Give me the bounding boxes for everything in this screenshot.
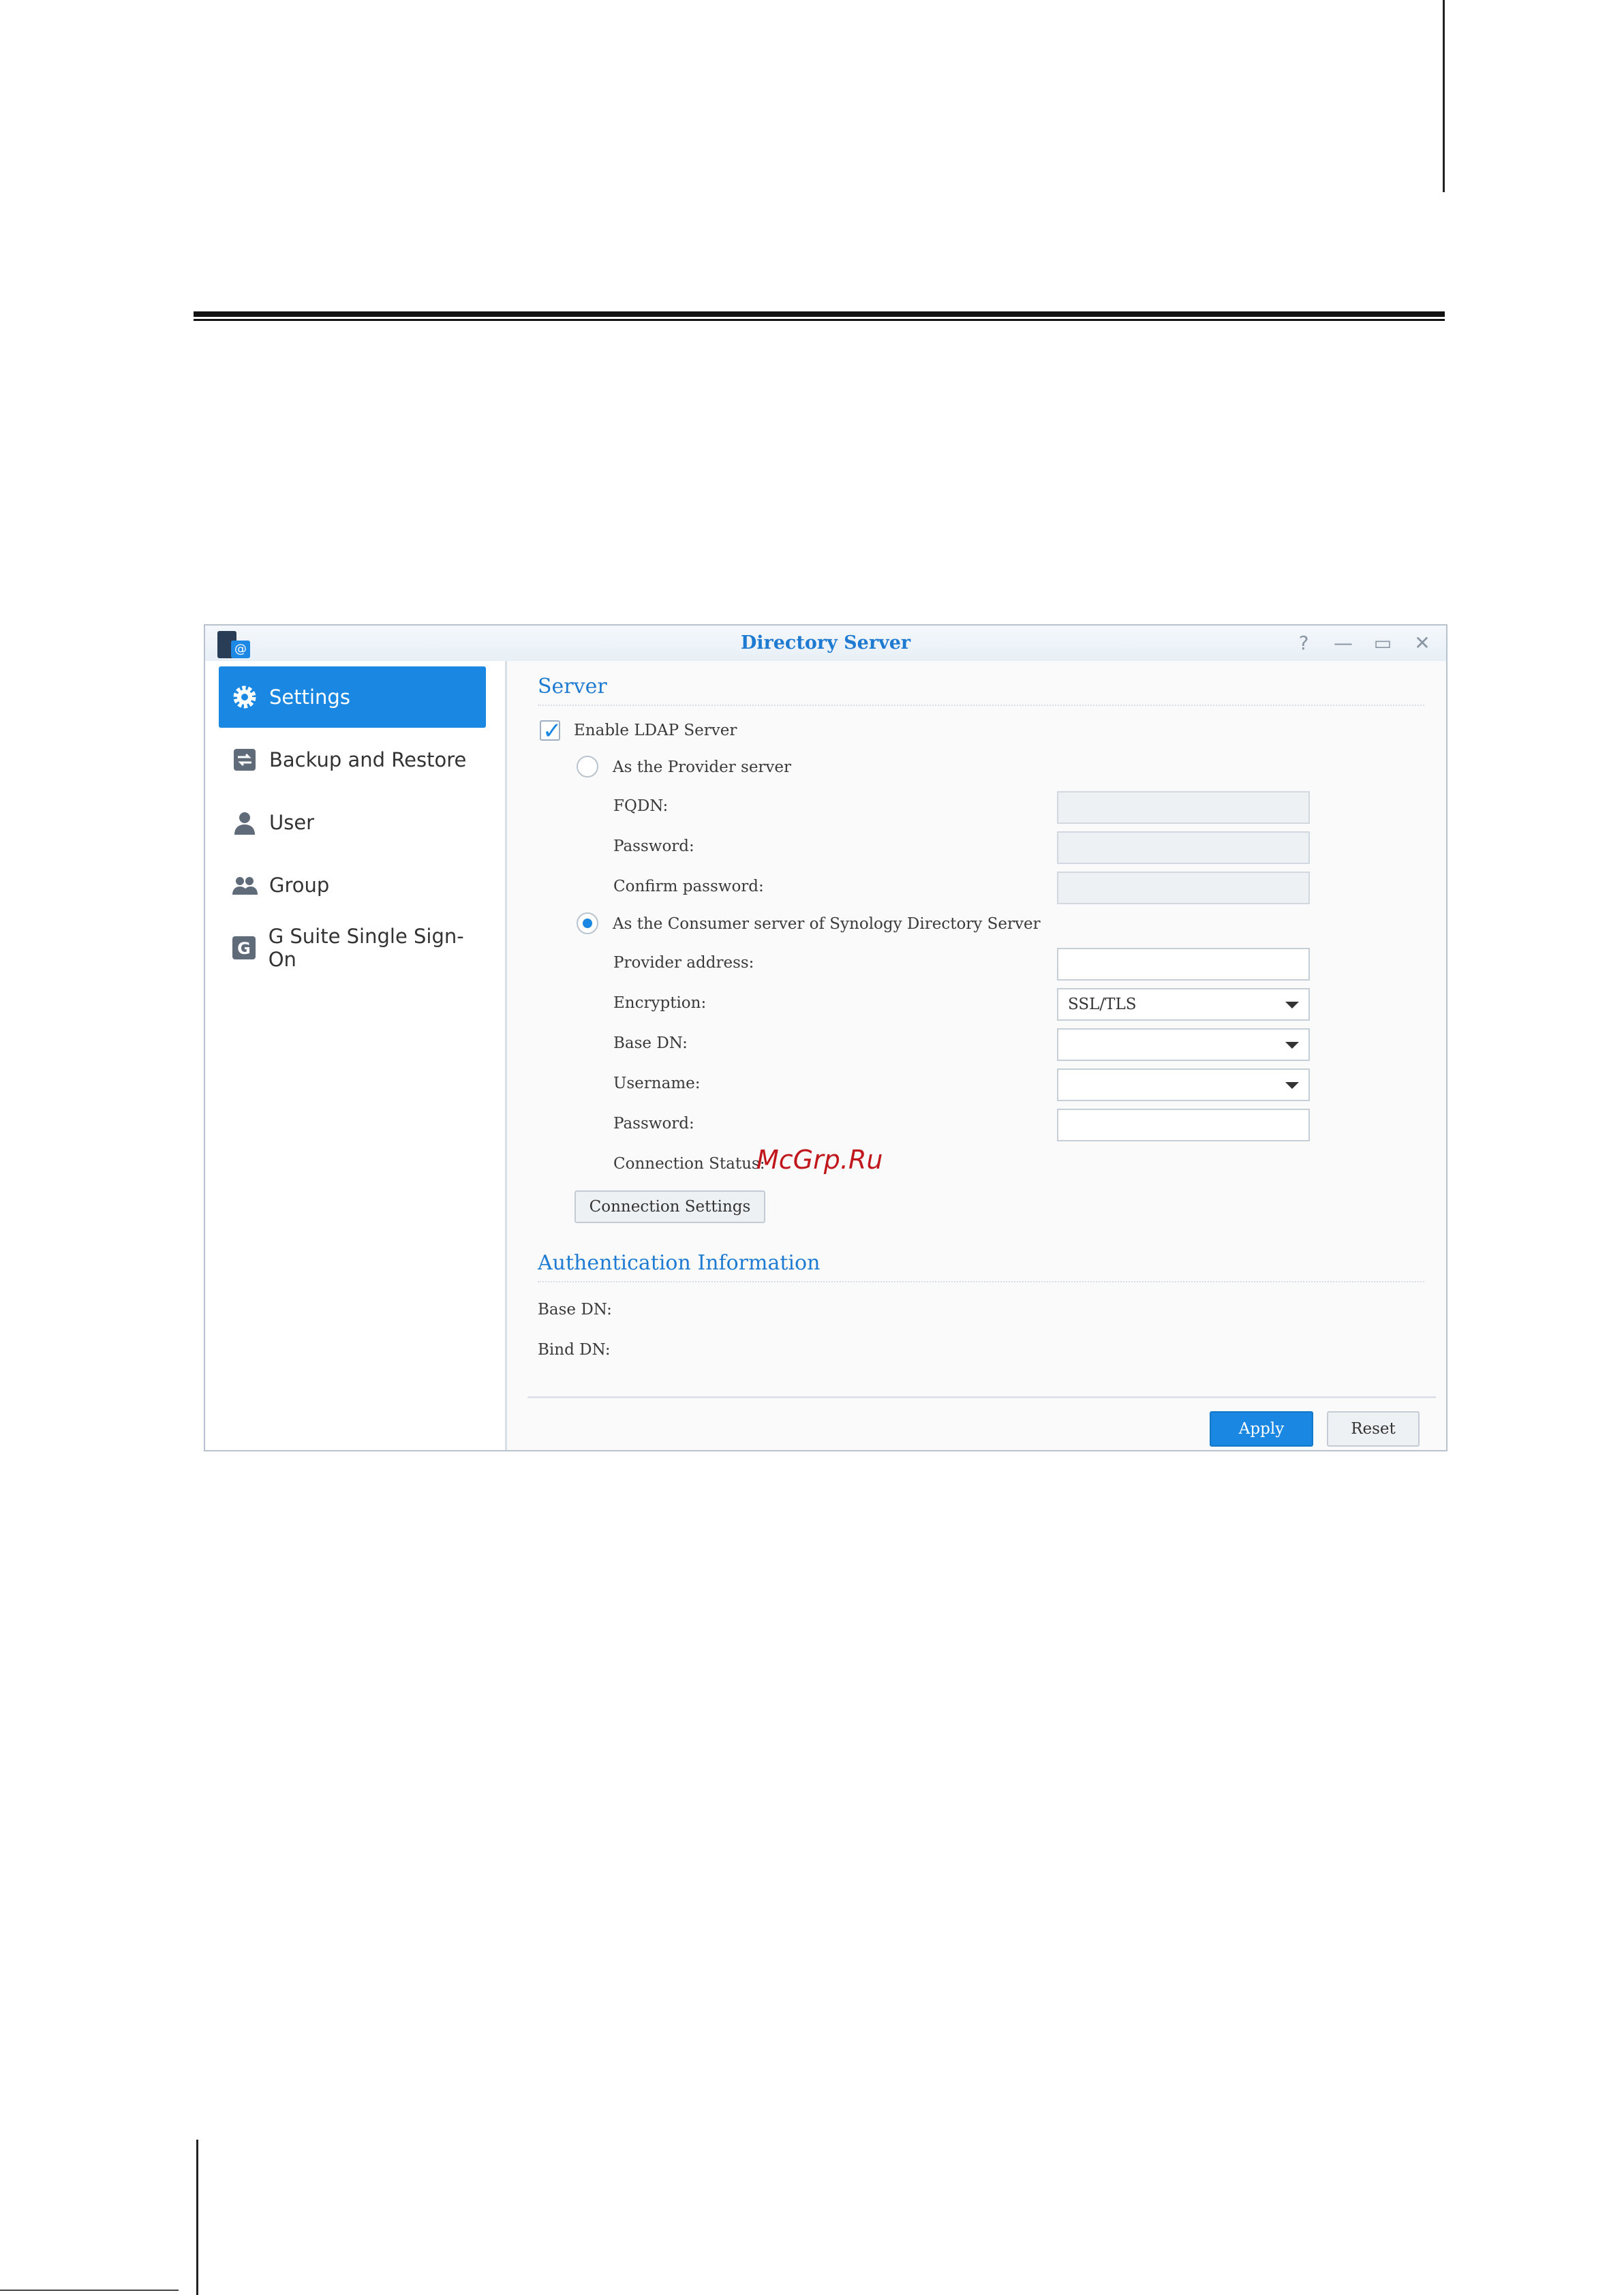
- title-bar[interactable]: @ Directory Server ? — ▭ ✕: [205, 626, 1446, 662]
- backup-restore-icon: [230, 745, 260, 775]
- sidebar: Settings Backup and Restore User Group G…: [205, 661, 507, 1450]
- chevron-down-icon: [1285, 1002, 1299, 1008]
- sidebar-item-user[interactable]: User: [219, 792, 486, 853]
- sidebar-item-label: Group: [269, 874, 330, 897]
- confirm-password-label: Confirm password:: [613, 878, 764, 895]
- sidebar-item-label: Backup and Restore: [269, 748, 467, 771]
- auth-base-dn-label: Base DN:: [538, 1301, 612, 1319]
- footer-rule: [0, 2290, 179, 2291]
- section-divider: [538, 705, 1424, 706]
- sidebar-item-label: G Suite Single Sign-On: [268, 925, 464, 971]
- header-rule: [194, 311, 1445, 317]
- provider-address-label: Provider address:: [613, 954, 754, 972]
- chevron-down-icon: [1285, 1042, 1299, 1049]
- encryption-label: Encryption:: [613, 994, 707, 1012]
- page-edge-rule-top: [1443, 0, 1445, 192]
- consumer-password-label: Password:: [613, 1115, 694, 1133]
- server-section-title: Server: [538, 675, 607, 698]
- minimize-icon[interactable]: —: [1333, 626, 1353, 661]
- checkmark-icon: ✓: [542, 718, 562, 745]
- consumer-password-field[interactable]: [1057, 1109, 1310, 1141]
- section-divider: [538, 1281, 1424, 1282]
- chevron-down-icon: [1285, 1082, 1299, 1089]
- sidebar-item-g-suite-sso[interactable]: G G Suite Single Sign-On: [219, 917, 486, 979]
- connection-settings-button[interactable]: Connection Settings: [574, 1190, 765, 1223]
- fqdn-field[interactable]: [1057, 791, 1310, 824]
- directory-server-window: @ Directory Server ? — ▭ ✕ Settings Back…: [204, 624, 1447, 1451]
- provider-password-label: Password:: [613, 837, 694, 855]
- g-suite-icon: G: [230, 933, 259, 963]
- close-icon[interactable]: ✕: [1412, 626, 1433, 661]
- provider-server-label: As the Provider server: [613, 758, 792, 776]
- enable-ldap-label: Enable LDAP Server: [574, 722, 737, 739]
- connection-status-label: Connection Status:: [613, 1155, 765, 1173]
- consumer-server-radio[interactable]: [577, 912, 598, 934]
- provider-server-radio[interactable]: [577, 756, 598, 777]
- sidebar-item-label: User: [269, 811, 315, 834]
- base-dn-label: Base DN:: [613, 1034, 688, 1052]
- fqdn-label: FQDN:: [613, 797, 669, 815]
- header-rule-thin: [194, 319, 1445, 321]
- consumer-server-label: As the Consumer server of Synology Direc…: [613, 915, 1041, 933]
- encryption-select[interactable]: SSL/TLS: [1057, 988, 1310, 1021]
- sidebar-item-backup-and-restore[interactable]: Backup and Restore: [219, 729, 486, 790]
- reset-button[interactable]: Reset: [1327, 1411, 1420, 1447]
- auth-info-section-title: Authentication Information: [538, 1251, 821, 1275]
- radio-selected-dot: [583, 919, 592, 928]
- help-icon[interactable]: ?: [1293, 626, 1314, 661]
- auth-bind-dn-label: Bind DN:: [538, 1341, 611, 1359]
- user-icon: [230, 807, 260, 837]
- provider-password-field[interactable]: [1057, 831, 1310, 864]
- apply-button[interactable]: Apply: [1210, 1411, 1313, 1447]
- sidebar-item-settings[interactable]: Settings: [219, 666, 486, 728]
- page-edge-rule-bottom: [196, 2140, 198, 2295]
- gear-icon: [230, 682, 260, 712]
- confirm-password-field[interactable]: [1057, 872, 1310, 904]
- provider-address-field[interactable]: [1057, 948, 1310, 981]
- sidebar-item-group[interactable]: Group: [219, 854, 486, 916]
- svg-text:G: G: [237, 939, 251, 958]
- settings-panel: Server ✓ Enable LDAP Server As the Provi…: [507, 661, 1446, 1450]
- username-label: Username:: [613, 1075, 701, 1092]
- footer-divider: [527, 1396, 1436, 1398]
- window-title: Directory Server: [740, 632, 911, 653]
- watermark: McGrp.Ru: [756, 1145, 883, 1175]
- username-select[interactable]: [1057, 1068, 1310, 1101]
- sidebar-item-label: Settings: [269, 686, 350, 709]
- window-controls: ? — ▭ ✕: [1293, 626, 1433, 661]
- group-icon: [230, 870, 260, 900]
- maximize-icon[interactable]: ▭: [1373, 626, 1393, 661]
- enable-ldap-checkbox[interactable]: ✓: [540, 718, 562, 745]
- base-dn-select[interactable]: [1057, 1028, 1310, 1061]
